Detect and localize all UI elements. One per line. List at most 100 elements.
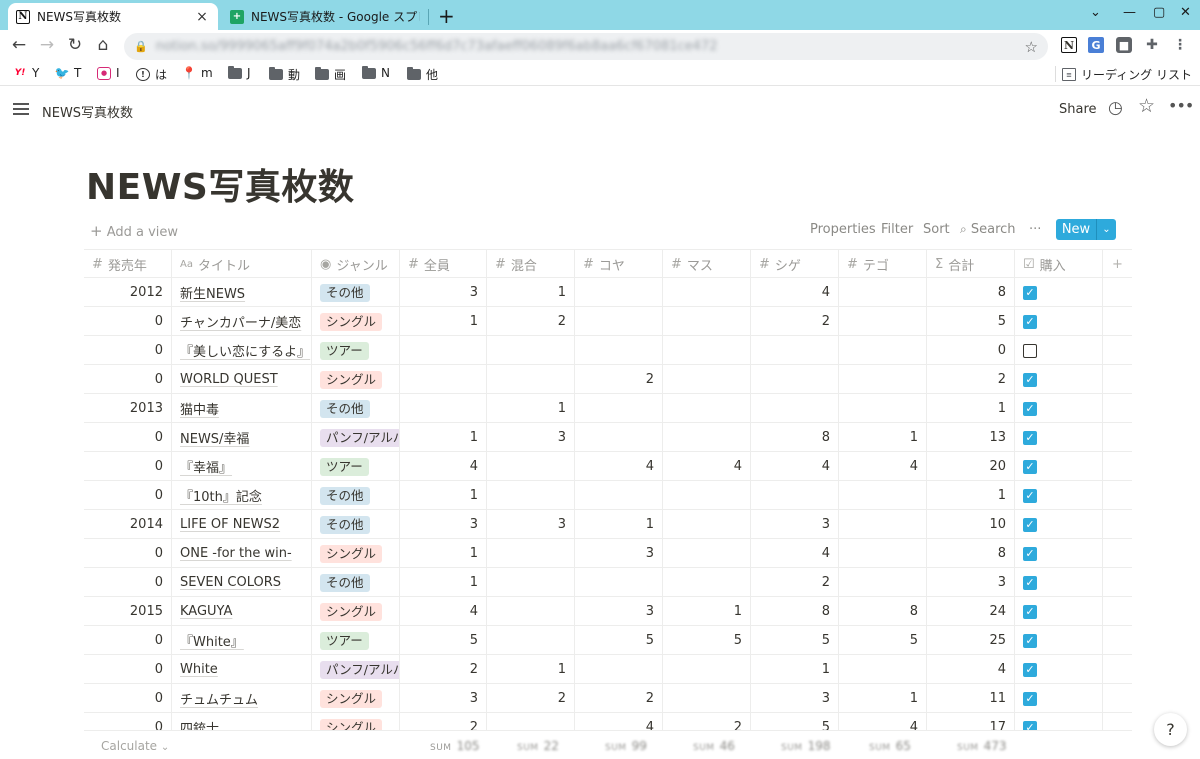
cell-masu[interactable]: 5 (663, 626, 751, 655)
cell-shige[interactable] (751, 365, 839, 394)
cell-koya[interactable]: 2 (575, 365, 663, 394)
cell-title[interactable]: KAGUYA (172, 597, 312, 626)
cell-genre[interactable]: シングル (312, 684, 400, 713)
cell-year[interactable]: 0 (84, 307, 172, 336)
cell-shige[interactable] (751, 394, 839, 423)
cell-koya[interactable]: 4 (575, 452, 663, 481)
cell-title[interactable]: NEWS/幸福 (172, 423, 312, 452)
cell-title[interactable]: ONE -for the win- (172, 539, 312, 568)
cell-masu[interactable] (663, 307, 751, 336)
cell-year[interactable]: 0 (84, 365, 172, 394)
new-button-label[interactable]: New (1056, 219, 1096, 240)
cell-masu[interactable] (663, 278, 751, 307)
cell-title[interactable]: 『美しい恋にするよ』 (172, 336, 312, 365)
sum-total[interactable]: SUM 473 (957, 739, 1006, 753)
maximize-icon[interactable]: ▢ (1153, 5, 1165, 20)
cell-genre[interactable]: その他 (312, 568, 400, 597)
cell-mix[interactable] (487, 626, 575, 655)
cell-bought[interactable]: ✓ (1015, 394, 1103, 423)
calculate-button[interactable]: Calculate ⌄ (101, 739, 169, 753)
cell-shige[interactable]: 2 (751, 307, 839, 336)
cell-bought[interactable]: ✓ (1015, 626, 1103, 655)
cell-bought[interactable]: ✓ (1015, 684, 1103, 713)
cell-title[interactable]: 『幸福』 (172, 452, 312, 481)
share-button[interactable]: Share (1059, 102, 1097, 117)
profile-extension-icon[interactable]: ■ (1116, 37, 1132, 53)
cell-tego[interactable]: 1 (839, 684, 927, 713)
purchase-checkbox[interactable]: ✓ (1023, 517, 1037, 532)
cell-masu[interactable] (663, 365, 751, 394)
cell-total[interactable]: 4 (927, 655, 1015, 684)
more-options-icon[interactable]: ••• (1168, 96, 1194, 115)
cell-mix[interactable] (487, 365, 575, 394)
cell-masu[interactable] (663, 684, 751, 713)
bookmark-folder-n[interactable]: N (362, 65, 390, 80)
cell-all[interactable]: 1 (400, 539, 487, 568)
cell-koya[interactable]: 5 (575, 626, 663, 655)
cell-total[interactable]: 2 (927, 365, 1015, 394)
cell-title[interactable]: チャンカパーナ/美恋 (172, 307, 312, 336)
purchase-checkbox[interactable]: ✓ (1023, 691, 1037, 706)
purchase-checkbox[interactable]: ✓ (1023, 314, 1037, 329)
address-bar[interactable]: 🔒 notion.so/9999065aff9f074a2b0f5906c56f… (124, 33, 1048, 60)
cell-year[interactable]: 0 (84, 423, 172, 452)
minimize-icon[interactable]: — (1123, 5, 1136, 20)
browser-tab-sheets[interactable]: + NEWS写真枚数 - Google スプレ (222, 3, 428, 30)
cell-mix[interactable] (487, 336, 575, 365)
cell-genre[interactable]: ツアー (312, 336, 400, 365)
cell-genre[interactable]: パンフ/アルバ (312, 423, 400, 452)
cell-shige[interactable]: 3 (751, 510, 839, 539)
sum-all[interactable]: SUM 105 (430, 739, 479, 753)
back-icon[interactable]: ← (9, 35, 29, 55)
purchase-checkbox[interactable]: ✓ (1023, 372, 1037, 387)
sum-shige[interactable]: SUM 198 (781, 739, 830, 753)
cell-total[interactable]: 1 (927, 394, 1015, 423)
cell-mix[interactable]: 2 (487, 684, 575, 713)
cell-bought[interactable]: ✓ (1015, 307, 1103, 336)
purchase-checkbox[interactable]: ✓ (1023, 285, 1037, 300)
cell-bought[interactable]: ✓ (1015, 655, 1103, 684)
cell-koya[interactable] (575, 336, 663, 365)
cell-year[interactable]: 0 (84, 539, 172, 568)
sum-mix[interactable]: SUM 22 (517, 739, 559, 753)
cell-all[interactable]: 5 (400, 626, 487, 655)
cell-masu[interactable] (663, 481, 751, 510)
new-button[interactable]: New ⌄ (1056, 219, 1116, 240)
column-header-genre[interactable]: ◉ ジャンル (312, 250, 400, 279)
cell-shige[interactable]: 2 (751, 568, 839, 597)
cell-mix[interactable]: 2 (487, 307, 575, 336)
cell-total[interactable]: 24 (927, 597, 1015, 626)
bookmark-folder-j[interactable]: J (228, 65, 251, 80)
cell-masu[interactable] (663, 423, 751, 452)
cell-genre[interactable]: その他 (312, 394, 400, 423)
cell-bought[interactable]: ✓ (1015, 452, 1103, 481)
bookmark-hatena[interactable]: ! は (136, 66, 167, 83)
cell-mix[interactable]: 1 (487, 278, 575, 307)
column-header-koya[interactable]: # コヤ (575, 250, 663, 279)
sum-masu[interactable]: SUM 46 (693, 739, 735, 753)
cell-tego[interactable]: 8 (839, 597, 927, 626)
bookmark-star-icon[interactable]: ☆ (1025, 38, 1038, 56)
cell-koya[interactable]: 3 (575, 597, 663, 626)
cell-bought[interactable]: ✓ (1015, 365, 1103, 394)
cell-shige[interactable]: 4 (751, 539, 839, 568)
cell-masu[interactable]: 1 (663, 597, 751, 626)
column-header-title[interactable]: Aa タイトル (172, 250, 312, 279)
cell-koya[interactable]: 1 (575, 510, 663, 539)
cell-bought[interactable]: ✓ (1015, 423, 1103, 452)
cell-all[interactable]: 1 (400, 568, 487, 597)
cell-masu[interactable] (663, 539, 751, 568)
cell-all[interactable]: 3 (400, 278, 487, 307)
column-header-year[interactable]: # 発売年 (84, 250, 172, 279)
cell-year[interactable]: 0 (84, 481, 172, 510)
cell-all[interactable]: 4 (400, 597, 487, 626)
purchase-checkbox[interactable]: ✓ (1023, 575, 1037, 590)
cell-total[interactable]: 20 (927, 452, 1015, 481)
cell-total[interactable]: 1 (927, 481, 1015, 510)
cell-shige[interactable]: 8 (751, 423, 839, 452)
browser-tab-notion[interactable]: N NEWS写真枚数 × (8, 3, 218, 30)
cell-koya[interactable] (575, 481, 663, 510)
cell-all[interactable]: 3 (400, 510, 487, 539)
cell-title[interactable]: SEVEN COLORS (172, 568, 312, 597)
cell-title[interactable]: 猫中毒 (172, 394, 312, 423)
